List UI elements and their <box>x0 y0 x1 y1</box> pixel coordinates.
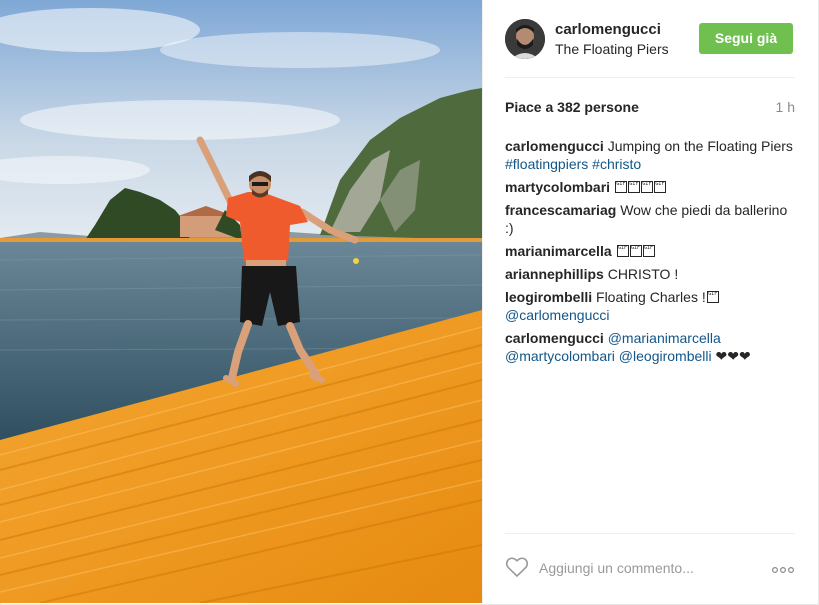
photo-illustration <box>0 0 482 603</box>
comment-author[interactable]: carlomengucci <box>505 138 604 154</box>
add-comment-input[interactable] <box>539 558 759 578</box>
post-photo[interactable] <box>0 0 482 603</box>
comment-item: marianimarcella GIF GIF GIF <box>505 242 795 260</box>
hearts-emoji: ❤❤❤ <box>715 348 751 364</box>
avatar[interactable] <box>505 19 545 59</box>
comment-author[interactable]: martycolombari <box>505 179 610 195</box>
hashtag-link[interactable]: #christo <box>592 156 641 172</box>
heart-outline-icon <box>505 557 529 577</box>
mention-link[interactable]: @marianimarcella <box>608 330 721 346</box>
ellipsis-icon <box>771 566 795 574</box>
likes-count[interactable]: Piace a 382 persone <box>505 99 639 115</box>
mention-link[interactable]: @carlomengucci <box>505 307 609 323</box>
comment-item: carlomengucci Jumping on the Floating Pi… <box>505 137 795 173</box>
more-options-button[interactable] <box>771 562 795 574</box>
comment-text: CHRISTO ! <box>607 266 679 282</box>
like-button[interactable] <box>505 556 529 578</box>
avatar-portrait-icon <box>505 19 545 59</box>
gif-emoji-icon: GIF <box>627 181 640 193</box>
comment-author[interactable]: ariannephillips <box>505 266 604 282</box>
comment-item: francescamariag Wow che piedi da balleri… <box>505 201 795 237</box>
mention-link[interactable]: @martycolombari <box>505 348 615 364</box>
comment-item: carlomengucci @marianimarcella @martycol… <box>505 329 795 365</box>
comment-text: Floating Charles ! <box>596 289 706 305</box>
post-footer <box>505 533 795 603</box>
following-button[interactable]: Segui già <box>699 23 793 54</box>
post-author-username[interactable]: carlomengucci <box>555 21 661 38</box>
likes-row: Piace a 382 persone 1 h <box>505 99 795 119</box>
hashtag-link[interactable]: #floatingpiers <box>505 156 588 172</box>
comments-list: carlomengucci Jumping on the Floating Pi… <box>505 137 795 370</box>
comment-item: ariannephillips CHRISTO ! <box>505 265 795 283</box>
gif-emoji-icon: GIF <box>642 245 655 257</box>
gif-emoji-icon: GIF <box>616 245 629 257</box>
post-header: carlomengucci The Floating Piers Segui g… <box>505 18 795 78</box>
post-timestamp[interactable]: 1 h <box>776 99 795 115</box>
gif-emoji-icon: GIF <box>706 291 719 303</box>
comment-text: Jumping on the Floating Piers <box>607 138 793 154</box>
comment-author[interactable]: carlomengucci <box>505 330 604 346</box>
comment-author[interactable]: leogirombelli <box>505 289 592 305</box>
gif-emoji-icon: GIF <box>629 245 642 257</box>
gif-emoji-icon: GIF <box>653 181 666 193</box>
comment-item: martycolombari GIF GIF GIF GIF <box>505 178 795 196</box>
comment-author[interactable]: francescamariag <box>505 202 616 218</box>
comment-author[interactable]: marianimarcella <box>505 243 612 259</box>
gif-emoji-icon: GIF <box>614 181 627 193</box>
post-location[interactable]: The Floating Piers <box>555 41 669 57</box>
post-sidebar: carlomengucci The Floating Piers Segui g… <box>482 0 818 603</box>
gif-emoji-icon: GIF <box>640 181 653 193</box>
mention-link[interactable]: @leogirombelli <box>619 348 712 364</box>
comment-item: leogirombelli Floating Charles ! GIF @carl… <box>505 288 795 324</box>
